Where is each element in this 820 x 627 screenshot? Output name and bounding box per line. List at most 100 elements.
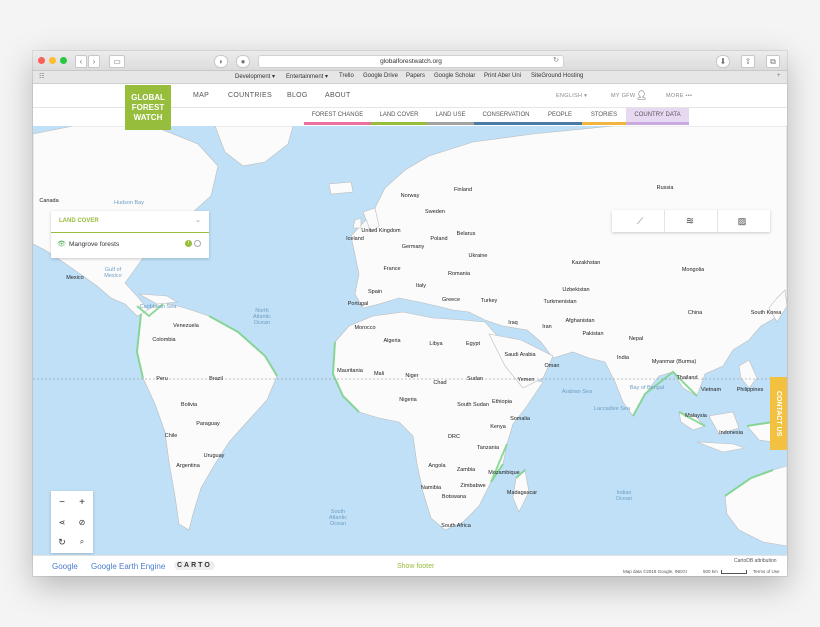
back-button[interactable]: ‹ (75, 55, 87, 68)
eye-icon[interactable]: 👁︎ (57, 240, 66, 248)
analysis-icon[interactable]: ⟋ (630, 211, 650, 231)
search-icon[interactable]: ⌕ (72, 532, 92, 552)
country-label: Paraguay (196, 421, 220, 427)
layer-panel-title[interactable]: LAND COVER (59, 218, 99, 224)
country-label: Algeria (383, 338, 401, 344)
country-label: Finland (453, 187, 473, 193)
extension-icon[interactable]: ◗ (214, 55, 228, 68)
country-label: Poland (430, 236, 448, 242)
country-label: Mozambique (488, 470, 520, 476)
contact-us-tab[interactable]: CONTACT US (770, 377, 787, 450)
tab-forest-change[interactable]: FOREST CHANGE (304, 108, 371, 125)
bookmark-item[interactable]: Trello (339, 73, 354, 79)
ocean-label: Hudson Bay (114, 200, 144, 206)
bookmark-item[interactable]: Print Aber Uni (484, 73, 521, 79)
zoom-in-button[interactable]: + (72, 492, 92, 512)
bookmark-item[interactable]: SiteGround Hosting (531, 73, 583, 79)
download-icon[interactable]: ⬇ (716, 55, 730, 68)
reset-icon[interactable]: ↻ (52, 532, 72, 552)
country-label: Turkmenistan (543, 299, 577, 305)
nav-about[interactable]: ABOUT (325, 92, 351, 99)
nav-countries[interactable]: COUNTRIES (228, 92, 272, 99)
privacy-icon[interactable]: ● (236, 55, 250, 68)
close-window-button[interactable] (38, 57, 45, 64)
terms-link[interactable]: Terms of Use (753, 569, 780, 574)
bookmark-item[interactable]: Entertainment ▾ (286, 73, 328, 80)
user-icon[interactable]: 👤︎ (636, 90, 648, 101)
tab-stories[interactable]: STORIES (582, 108, 626, 125)
layers-icon[interactable]: ≋ (680, 211, 700, 231)
my-gfw-link[interactable]: MY GFW (611, 93, 635, 99)
google-logo: Google (52, 562, 78, 571)
basemap-icon[interactable]: ▨ (732, 211, 752, 231)
country-label: Zambia (456, 467, 476, 473)
map-controls: − + ⋖ ⊘ ↻ ⌕ (51, 491, 93, 553)
zoom-window-button[interactable] (60, 57, 67, 64)
bookmark-item[interactable]: Google Scholar (434, 73, 475, 79)
nav-blog[interactable]: BLOG (287, 92, 308, 99)
country-label: Morocco (354, 325, 376, 331)
layer-panel: LAND COVER ⌄ 👁︎ Mangrove forests i (51, 211, 209, 258)
bookmark-item[interactable]: Papers (406, 73, 425, 79)
zoom-out-button[interactable]: − (52, 492, 72, 512)
category-tabs: FOREST CHANGE LAND COVER LAND USE CONSER… (304, 108, 689, 125)
country-label: Uruguay (203, 453, 225, 459)
tab-label: LAND COVER (379, 112, 419, 118)
nav-map[interactable]: MAP (193, 92, 209, 99)
tab-conservation[interactable]: CONSERVATION (474, 108, 538, 125)
country-label: France (383, 266, 401, 272)
chevron-down-icon[interactable]: ⌄ (195, 216, 201, 224)
country-label: United Kingdom (361, 228, 401, 234)
country-label: Chad (433, 380, 447, 386)
address-bar[interactable]: globalforestwatch.org ↻ (258, 55, 564, 68)
country-label: Ethiopia (492, 399, 512, 405)
world-map[interactable]: CanadaUnited StatesMexicoVenezuelaColomb… (33, 126, 787, 555)
contact-us-label: CONTACT US (775, 390, 782, 437)
country-label: Vietnam (700, 387, 722, 393)
scale-bar (721, 570, 747, 574)
new-tab-icon[interactable]: + (777, 73, 781, 79)
tabs-overview-icon[interactable]: ⧉ (766, 55, 780, 68)
language-select[interactable]: ENGLISH ▾ (556, 93, 587, 99)
country-label: Angola (428, 463, 446, 469)
hide-panels-icon[interactable]: ⊘ (72, 512, 92, 532)
sidebar-toggle-icon[interactable]: ▭ (109, 55, 125, 68)
map-landmass (33, 126, 787, 547)
carto-attribution-link[interactable]: CartoDB attribution (734, 558, 777, 564)
more-menu[interactable]: MORE ••• (666, 93, 692, 99)
country-label: Somalia (510, 416, 530, 422)
logo-line: FOREST (131, 102, 165, 112)
gfw-logo[interactable]: GLOBAL FOREST WATCH (125, 85, 171, 130)
carto-logo: CARTO (174, 561, 215, 570)
tab-land-cover[interactable]: LAND COVER (371, 108, 427, 125)
country-label: Niger (405, 373, 419, 379)
tab-label: LAND USE (435, 112, 466, 118)
reading-list-icon[interactable]: ☷ (39, 73, 44, 80)
tab-land-use[interactable]: LAND USE (427, 108, 474, 125)
country-label: Kenya (490, 424, 506, 430)
bookmark-item[interactable]: Development ▾ (235, 73, 275, 80)
country-label: Spain (367, 289, 383, 295)
share-icon[interactable]: ⇧ (741, 55, 755, 68)
bookmarks-bar: ☷ Development ▾ Entertainment ▾ Trello G… (33, 71, 787, 84)
forward-button[interactable]: › (88, 55, 100, 68)
country-label: Saudi Arabia (504, 352, 536, 358)
minimize-window-button[interactable] (49, 57, 56, 64)
reload-icon[interactable]: ↻ (553, 56, 559, 64)
country-label: Norway (400, 193, 420, 199)
share-map-icon[interactable]: ⋖ (52, 512, 72, 532)
ocean-label: Gulf of Mexico (104, 267, 122, 279)
url-text: globalforestwatch.org (380, 58, 442, 65)
tab-country-data[interactable]: COUNTRY DATA (626, 108, 689, 125)
show-footer-link[interactable]: Show footer (397, 563, 434, 570)
tab-people[interactable]: PEOPLE (538, 108, 582, 125)
google-earth-engine-logo: Google Earth Engine (91, 562, 166, 571)
layer-settings-icon[interactable] (194, 240, 201, 247)
info-icon[interactable]: i (185, 240, 192, 247)
ocean-label: South Atlantic Ocean (328, 509, 348, 527)
country-label: South Sudan (457, 402, 489, 408)
country-label: Oman (544, 363, 560, 369)
country-label: Bolivia (180, 402, 198, 408)
bookmark-item[interactable]: Google Drive (363, 73, 398, 79)
country-label: Chile (164, 433, 178, 439)
